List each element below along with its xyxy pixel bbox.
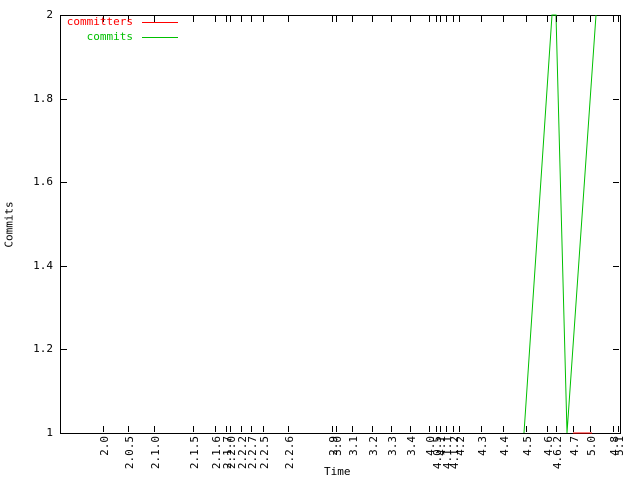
y-tick-label: 1 — [46, 426, 53, 439]
x-axis-title: Time — [324, 465, 351, 478]
y-tick-label: 2 — [46, 8, 53, 21]
x-tick-label: 4.3 — [476, 436, 489, 456]
legend-entry-commits: commits — [86, 30, 133, 43]
gnuplot-commits-chart: committers commits Commits Time 2.0 2.0.5… — [0, 0, 640, 480]
plot-border — [60, 15, 621, 434]
x-tick-label: 5.1 — [613, 436, 626, 456]
x-tick-label: 3.2 — [367, 436, 380, 456]
x-tick-label: 5.0 — [585, 436, 598, 456]
plot-area — [60, 14, 621, 434]
x-tick-label: 3.0 — [331, 436, 344, 456]
y-axis-title: Commits — [2, 201, 16, 248]
x-tick-label: 2.1.0 — [149, 436, 162, 470]
x-tick-label: 2.2.7 — [246, 436, 259, 470]
x-tick-label: 4.2 — [454, 436, 467, 456]
x-tick-label: 2.0.5 — [123, 436, 136, 470]
x-tick-label: 4.5 — [521, 436, 534, 456]
x-tick-label: 2.2.6 — [283, 436, 296, 470]
x-tick-label: 4.7 — [568, 436, 581, 456]
x-tick-label: 2.2.5 — [258, 436, 271, 470]
x-tick-label: 4.6.2 — [551, 436, 564, 470]
y-tick-label: 1.2 — [33, 342, 53, 355]
series-commits-line — [523, 14, 597, 434]
x-tick-label: 2.1.5 — [188, 436, 201, 470]
x-tick-label: 3.3 — [386, 436, 399, 456]
x-tick-label: 4.4 — [498, 436, 511, 456]
x-tick-label: 3.4 — [405, 436, 418, 456]
x-tick-label: 2.0 — [98, 436, 111, 456]
y-tick-label: 1.4 — [33, 259, 53, 272]
x-tick-label: 3.1 — [347, 436, 360, 456]
y-tick-label: 1.6 — [33, 175, 53, 188]
y-tick-label: 1.8 — [33, 92, 53, 105]
